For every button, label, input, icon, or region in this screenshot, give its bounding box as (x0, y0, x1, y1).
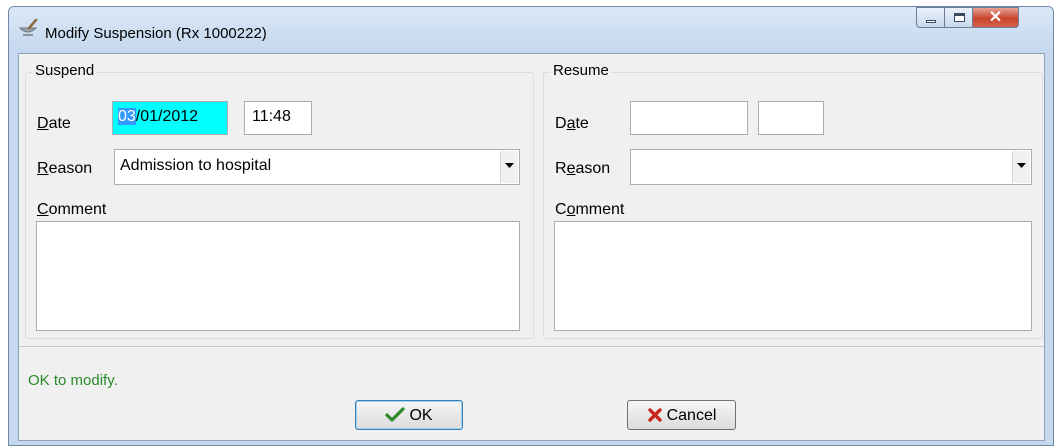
dialog-body: Suspend Date 03/01/2012 11:48 Reason Adm… (18, 53, 1045, 441)
ok-button-label: OK (409, 407, 433, 424)
resume-date-label: Date (555, 115, 589, 132)
window-title: Modify Suspension (Rx 1000222) (45, 25, 267, 42)
cancel-button-content: Cancel (628, 407, 735, 425)
suspend-comment-textarea[interactable] (36, 221, 520, 331)
suspend-date-label-text: Date (37, 115, 71, 132)
status-message: OK to modify. (28, 372, 118, 389)
maximize-icon (954, 13, 965, 22)
ok-button[interactable]: OK (355, 400, 463, 430)
suspend-reason-value: Admission to hospital (120, 157, 272, 174)
close-button[interactable]: ✕ (972, 7, 1019, 28)
mortar-pestle-icon (18, 18, 38, 36)
suspend-reason-label: Reason (37, 160, 93, 177)
resume-group: Resume Date Reason Comment (543, 62, 1043, 339)
maximize-button[interactable] (944, 7, 973, 28)
suspend-group: Suspend Date 03/01/2012 11:48 Reason Adm… (25, 62, 534, 339)
resume-time-field[interactable] (758, 101, 824, 135)
suspend-date-selected-part: 03 (118, 108, 136, 125)
checkmark-icon (385, 407, 406, 422)
resume-date-field[interactable] (630, 101, 748, 135)
dialog-window: Modify Suspension (Rx 1000222) ✕ Suspend… (8, 6, 1054, 446)
suspend-date-label: Date (37, 115, 71, 133)
suspend-reason-dropdown-button[interactable] (500, 151, 518, 183)
minimize-button[interactable] (916, 7, 945, 28)
suspend-time-field[interactable]: 11:48 (244, 101, 312, 135)
resume-comment-label: Comment (555, 201, 625, 218)
suspend-date-field[interactable]: 03/01/2012 (112, 101, 228, 135)
x-icon (647, 408, 662, 422)
cancel-button-label: Cancel (666, 407, 717, 424)
status-separator (19, 346, 1044, 347)
minimize-icon (926, 20, 936, 23)
resume-reason-select[interactable] (630, 149, 1032, 185)
title-bar[interactable]: Modify Suspension (Rx 1000222) ✕ (9, 7, 1053, 53)
cancel-button[interactable]: Cancel (627, 400, 736, 430)
resume-reason-dropdown-button[interactable] (1012, 151, 1030, 183)
resume-comment-textarea[interactable] (554, 221, 1032, 331)
chevron-down-icon (505, 163, 514, 168)
suspend-date-rest: /01/2012 (135, 108, 199, 125)
resume-group-label: Resume (550, 62, 611, 79)
suspend-group-label: Suspend (32, 62, 97, 79)
ok-button-content: OK (356, 407, 462, 425)
suspend-time-value: 11:48 (252, 108, 291, 125)
suspend-comment-label: Comment (37, 201, 107, 218)
suspend-date-value: 03/01/2012 (118, 108, 198, 126)
resume-reason-label: Reason (555, 160, 611, 177)
suspend-reason-select[interactable]: Admission to hospital (114, 149, 520, 185)
close-icon: ✕ (988, 9, 1003, 26)
chevron-down-icon (1017, 163, 1026, 168)
